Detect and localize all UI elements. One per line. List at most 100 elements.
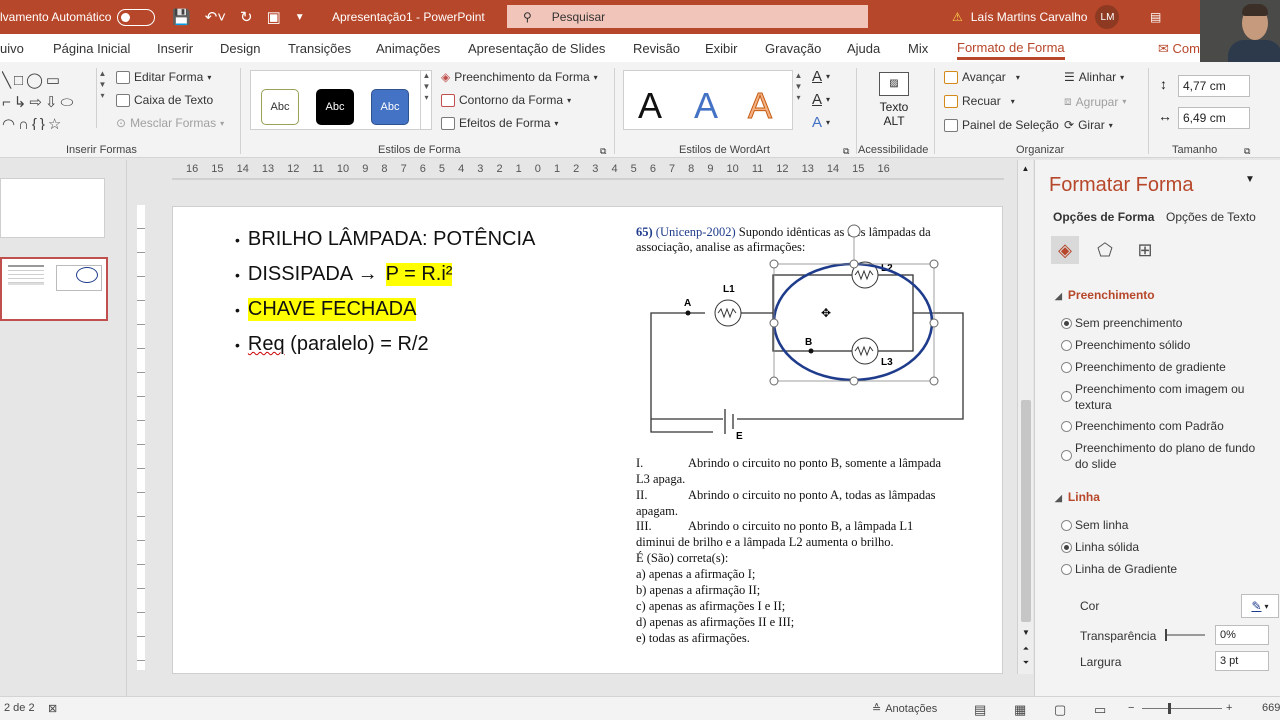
color-picker-button[interactable]: ✎ ▾ bbox=[1241, 594, 1279, 618]
ribbon-display-options-icon[interactable]: ▤ bbox=[1150, 0, 1161, 34]
tab-design[interactable]: Design bbox=[220, 41, 260, 56]
slide-sorter-icon[interactable]: ▦ bbox=[1014, 702, 1026, 718]
tab-help[interactable]: Ajuda bbox=[847, 41, 880, 56]
tab-animations[interactable]: Animações bbox=[376, 41, 440, 56]
line-option-none[interactable]: Sem linha bbox=[1061, 517, 1128, 533]
style-black-swatch[interactable]: Abc bbox=[316, 89, 354, 125]
dialog-launcher-icon[interactable]: ⧉ bbox=[600, 146, 606, 157]
tab-slideshow[interactable]: Apresentação de Slides bbox=[468, 41, 605, 56]
scroll-down-icon[interactable]: ▼ bbox=[1018, 628, 1034, 637]
tab-shape-options[interactable]: Opções de Forma bbox=[1053, 210, 1154, 224]
text-outline-button[interactable]: A ▾ bbox=[812, 91, 830, 108]
selection-pane-button[interactable]: Painel de Seleção bbox=[944, 118, 1059, 132]
tab-comments[interactable]: ✉ Com bbox=[1158, 41, 1200, 57]
wordart-scroll[interactable]: ▲ ▼ ▾ bbox=[792, 70, 804, 130]
shape-width-field[interactable]: 6,49 cm bbox=[1178, 107, 1250, 129]
fill-option-gradient[interactable]: Preenchimento de gradiente bbox=[1061, 359, 1226, 375]
line-option-solid[interactable]: Linha sólida bbox=[1061, 539, 1139, 555]
merge-shapes-button[interactable]: ⊙ Mesclar Formas ▾ bbox=[116, 116, 224, 130]
slide-thumbnail-1[interactable] bbox=[0, 178, 105, 238]
tab-mix[interactable]: Mix bbox=[908, 41, 928, 56]
present-icon[interactable]: ▣ bbox=[267, 8, 281, 26]
autosave-toggle[interactable] bbox=[117, 8, 156, 26]
size-properties-icon[interactable]: ⊞ bbox=[1131, 236, 1159, 264]
scrollbar-thumb[interactable] bbox=[1021, 400, 1031, 622]
slide-canvas[interactable]: • BRILHO LÂMPADA: POTÊNCIA • DISSIPADA →… bbox=[172, 206, 1003, 674]
account[interactable]: ⚠ Laís Martins Carvalho LM bbox=[952, 0, 1120, 34]
tab-shape-format[interactable]: Formato de Forma bbox=[957, 40, 1065, 60]
reading-view-icon[interactable]: ▢ bbox=[1054, 702, 1066, 718]
effects-pentagon-icon[interactable]: ⬠ bbox=[1091, 236, 1119, 264]
notes-button[interactable]: ≙ Anotações bbox=[872, 702, 937, 716]
style-blue-swatch[interactable]: Abc bbox=[371, 89, 409, 125]
alt-text-button[interactable]: ▨ Texto ALT bbox=[876, 72, 912, 128]
shape-height-field[interactable]: 4,77 cm bbox=[1178, 75, 1250, 97]
zoom-slider-thumb[interactable] bbox=[1168, 703, 1171, 714]
fill-option-none[interactable]: Sem preenchimento bbox=[1061, 315, 1182, 331]
transparency-field[interactable]: 0% bbox=[1215, 625, 1269, 645]
wordart-orange-swatch[interactable]: A bbox=[747, 85, 772, 127]
width-field[interactable]: 3 pt bbox=[1215, 651, 1269, 671]
tab-view[interactable]: Exibir bbox=[705, 41, 738, 56]
text-fill-button[interactable]: A ▾ bbox=[812, 68, 830, 85]
search-box[interactable]: ⚲ Pesquisar bbox=[507, 5, 868, 28]
zoom-out-icon[interactable]: − bbox=[1128, 702, 1134, 714]
dialog-launcher-icon[interactable]: ⧉ bbox=[843, 146, 849, 157]
fill-line-icon[interactable]: ◈ bbox=[1051, 236, 1079, 264]
save-icon[interactable]: 💾 bbox=[172, 8, 191, 26]
bullet-2[interactable]: • DISSIPADA → P = R.i² bbox=[235, 263, 453, 286]
shape-outline-button[interactable]: Contorno da Forma ▾ bbox=[441, 93, 571, 107]
fill-option-picture[interactable]: Preenchimento com imagem ou textura bbox=[1061, 381, 1244, 413]
slider-thumb[interactable] bbox=[1165, 629, 1167, 641]
tab-home[interactable]: Página Inicial bbox=[53, 41, 130, 56]
line-section-header[interactable]: ◢ Linha bbox=[1055, 490, 1100, 504]
shape-effects-button[interactable]: Efeitos de Forma ▾ bbox=[441, 116, 558, 130]
shape-fill-button[interactable]: ◈ Preenchimento da Forma ▾ bbox=[441, 70, 598, 84]
rotate-button[interactable]: ⟳ Girar ▾ bbox=[1064, 118, 1113, 132]
wordart-black-swatch[interactable]: A bbox=[638, 85, 662, 127]
zoom-level[interactable]: 669 bbox=[1262, 702, 1280, 714]
dialog-launcher-icon[interactable]: ⧉ bbox=[1244, 146, 1250, 157]
autosave[interactable]: lvamento Automático bbox=[0, 0, 156, 34]
line-option-gradient[interactable]: Linha de Gradiente bbox=[1061, 561, 1177, 577]
fill-section-header[interactable]: ◢ Preenchimento bbox=[1055, 288, 1155, 302]
bullet-4[interactable]: • Req (paralelo) = R/2 bbox=[235, 333, 429, 356]
normal-view-icon[interactable]: ▤ bbox=[974, 702, 986, 718]
slide-scrollbar[interactable]: ▲ ▼ ⏶ ⏷ bbox=[1017, 160, 1033, 674]
align-button[interactable]: ☰ Alinhar ▾ bbox=[1064, 70, 1124, 84]
slide-thumbnail-2[interactable] bbox=[0, 257, 108, 321]
group-button[interactable]: ⧈ Agrupar ▾ bbox=[1064, 94, 1126, 109]
tab-transitions[interactable]: Transições bbox=[288, 41, 351, 56]
bullet-3[interactable]: • CHAVE FECHADA bbox=[235, 298, 417, 321]
undo-icon[interactable]: ↶˅ bbox=[205, 8, 226, 26]
fill-option-background[interactable]: Preenchimento do plano de fundo do slide bbox=[1061, 440, 1255, 472]
shapes-gallery[interactable]: ╲□◯▭ ⌐↳⇨⇩⬭ ◠∩{}☆ bbox=[2, 70, 96, 130]
tab-file[interactable]: uivo bbox=[0, 41, 24, 56]
fill-option-pattern[interactable]: Preenchimento com Padrão bbox=[1061, 418, 1224, 434]
shape-styles-gallery[interactable]: Abc Abc Abc bbox=[250, 70, 432, 130]
next-slide-icon[interactable]: ⏷ bbox=[1018, 658, 1034, 668]
bullet-1[interactable]: • BRILHO LÂMPADA: POTÊNCIA bbox=[235, 228, 535, 251]
pane-options-icon[interactable]: ▼ bbox=[1245, 174, 1255, 185]
redo-icon[interactable]: ↻ bbox=[240, 8, 253, 26]
customize-toolbar-icon[interactable]: ▼ bbox=[295, 12, 305, 23]
tab-recording[interactable]: Gravação bbox=[765, 41, 821, 56]
zoom-slider[interactable] bbox=[1142, 703, 1222, 714]
previous-slide-icon[interactable]: ⏶ bbox=[1018, 644, 1034, 654]
send-backward-button[interactable]: Recuar ▾ bbox=[944, 94, 1015, 108]
fill-option-solid[interactable]: Preenchimento sólido bbox=[1061, 337, 1190, 353]
tab-text-options[interactable]: Opções de Texto bbox=[1166, 210, 1256, 224]
accessibility-check-icon[interactable]: ⊠ bbox=[48, 702, 57, 715]
text-effects-button[interactable]: A ▾ bbox=[812, 114, 830, 131]
text-box-button[interactable]: Caixa de Texto bbox=[116, 93, 213, 107]
wordart-gallery[interactable]: A A A bbox=[623, 70, 793, 130]
tab-insert[interactable]: Inserir bbox=[157, 41, 193, 56]
wordart-blue-swatch[interactable]: A bbox=[694, 85, 718, 127]
edit-shape-button[interactable]: Editar Forma ▾ bbox=[116, 70, 211, 84]
shape-styles-scroll[interactable]: ▲ ▼ ▾ bbox=[420, 70, 432, 130]
zoom-in-icon[interactable]: + bbox=[1226, 702, 1232, 714]
slideshow-view-icon[interactable]: ▭ bbox=[1094, 702, 1106, 718]
style-outline-swatch[interactable]: Abc bbox=[261, 89, 299, 125]
bring-forward-button[interactable]: Avançar ▾ bbox=[944, 70, 1020, 84]
scroll-up-icon[interactable]: ▲ bbox=[1018, 164, 1033, 173]
